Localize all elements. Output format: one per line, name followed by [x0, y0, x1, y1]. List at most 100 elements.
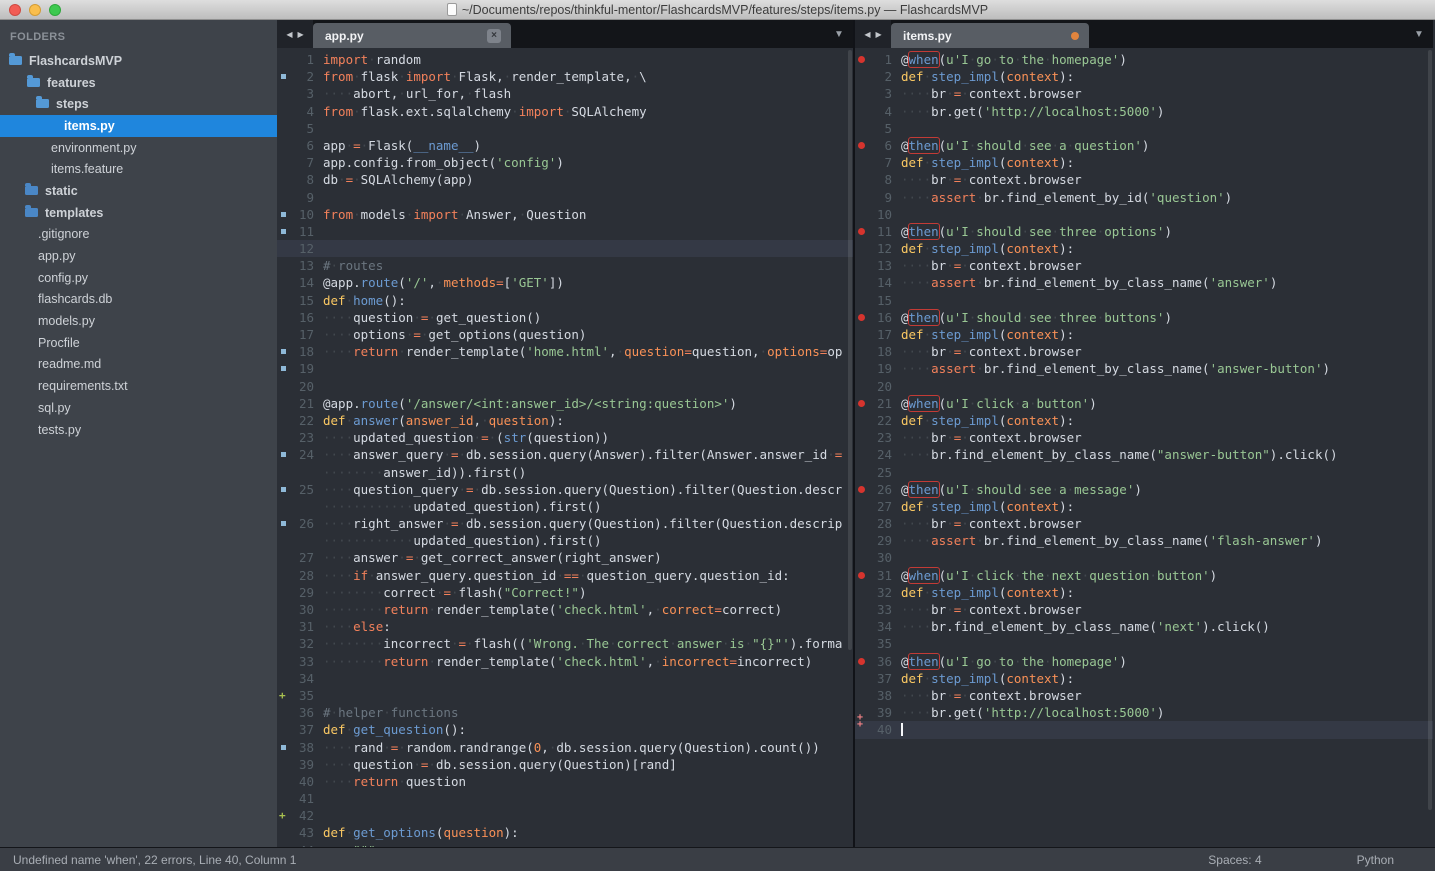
code-line[interactable]: 17····options·=·get_options(question) [277, 326, 853, 343]
code-line[interactable]: 16····question·=·get_question() [277, 309, 853, 326]
code-line[interactable]: 10from·models·import·Answer,·Question [277, 206, 853, 223]
code-line[interactable]: 26@then(u'I·should·see·a·message') [855, 481, 1433, 498]
code-line[interactable]: 30········return·render_template('check.… [277, 601, 853, 618]
code-line[interactable]: 8····br·=·context.browser [855, 171, 1433, 188]
tab-next-icon[interactable]: ▶ [298, 30, 304, 39]
code-line[interactable]: 41 [277, 790, 853, 807]
code-line[interactable]: 17def·step_impl(context): [855, 326, 1433, 343]
code-line[interactable]: 22def·step_impl(context): [855, 412, 1433, 429]
code-line[interactable]: 2from·flask·import·Flask,·render_templat… [277, 68, 853, 85]
sidebar-item-steps[interactable]: steps [0, 93, 277, 115]
code-line[interactable]: 13····br·=·context.browser [855, 257, 1433, 274]
code-line[interactable]: 36@then(u'I·go·to·the·homepage') [855, 653, 1433, 670]
sidebar-item-tests-py[interactable]: tests.py [0, 419, 277, 441]
sidebar-item-requirements-txt[interactable]: requirements.txt [0, 375, 277, 397]
code-line[interactable]: 25····question_query·=·db.session.query(… [277, 481, 853, 498]
code-line[interactable]: 1@when(u'I·go·to·the·homepage') [855, 51, 1433, 68]
code-line[interactable]: 32········incorrect·=·flash(('Wrong.·The… [277, 635, 853, 652]
code-line[interactable]: 16@then(u'I·should·see·three·buttons') [855, 309, 1433, 326]
code-line[interactable]: 13#·routes [277, 257, 853, 274]
code-line[interactable]: 7app.config.from_object('config') [277, 154, 853, 171]
code-line[interactable]: 23····updated_question·=·(str(question)) [277, 429, 853, 446]
code-line[interactable]: ············updated_question).first() [277, 532, 853, 549]
code-line[interactable]: 34 [277, 670, 853, 687]
code-line[interactable]: 11 [277, 223, 853, 240]
code-line[interactable]: 10 [855, 206, 1433, 223]
code-line[interactable]: 21@app.route('/answer/<int:answer_id>/<s… [277, 395, 853, 412]
code-line[interactable]: 20 [855, 378, 1433, 395]
code-line[interactable]: 33········return·render_template('check.… [277, 653, 853, 670]
code-line[interactable]: 35 [855, 635, 1433, 652]
code-line[interactable]: 26····right_answer·=·db.session.query(Qu… [277, 515, 853, 532]
code-line[interactable]: 19 [277, 360, 853, 377]
tab-prev-icon[interactable]: ◀ [864, 30, 870, 39]
sidebar-item-models-py[interactable]: models.py [0, 310, 277, 332]
sidebar-item-config-py[interactable]: config.py [0, 267, 277, 289]
code-line[interactable]: 29····assert·br.find_element_by_class_na… [855, 532, 1433, 549]
code-line[interactable]: 28····if·answer_query.question_id·==·que… [277, 567, 853, 584]
code-line[interactable]: 8db·=·SQLAlchemy(app) [277, 171, 853, 188]
sidebar-item-sql-py[interactable]: sql.py [0, 397, 277, 419]
code-line[interactable]: +35 [277, 687, 853, 704]
code-line[interactable]: 24····answer_query·=·db.session.query(An… [277, 446, 853, 463]
tab-overflow-dropdown-icon[interactable]: ▼ [825, 20, 853, 48]
code-line[interactable]: 38····br·=·context.browser [855, 687, 1433, 704]
code-line[interactable]: 27····answer·=·get_correct_answer(right_… [277, 549, 853, 566]
code-line[interactable]: +42 [277, 807, 853, 824]
code-line[interactable]: 36#·helper·functions [277, 704, 853, 721]
tab-app-py[interactable]: app.py × [313, 23, 511, 48]
sidebar-item-items-feature[interactable]: items.feature [0, 158, 277, 180]
sidebar-item-readme-md[interactable]: readme.md [0, 354, 277, 376]
code-line[interactable]: 12def·step_impl(context): [855, 240, 1433, 257]
code-line[interactable]: 37def·get_question(): [277, 721, 853, 738]
code-line[interactable]: 15def·home(): [277, 292, 853, 309]
code-line[interactable]: 31····else: [277, 618, 853, 635]
vertical-scrollbar[interactable] [848, 50, 852, 650]
code-line[interactable]: 3····abort,·url_for,·flash [277, 85, 853, 102]
code-line[interactable]: 23····br·=·context.browser [855, 429, 1433, 446]
code-line[interactable]: 38····rand·=·random.randrange(0,·db.sess… [277, 739, 853, 756]
code-line[interactable]: 43def·get_options(question): [277, 824, 853, 841]
zoom-window-icon[interactable] [49, 4, 61, 16]
code-line[interactable]: + +40 [855, 721, 1433, 738]
code-line[interactable]: ········answer_id)).first() [277, 464, 853, 481]
indent-setting[interactable]: Spaces: 4 [1208, 853, 1261, 867]
sidebar-item-features[interactable]: features [0, 72, 277, 94]
code-line[interactable]: 39····question·=·db.session.query(Questi… [277, 756, 853, 773]
sidebar-item-flashcards-db[interactable]: flashcards.db [0, 289, 277, 311]
syntax-selector[interactable]: Python [1357, 853, 1394, 867]
tab-next-icon[interactable]: ▶ [876, 30, 882, 39]
code-line[interactable]: 12 [277, 240, 853, 257]
code-line[interactable]: 27def·step_impl(context): [855, 498, 1433, 515]
code-line[interactable]: 19····assert·br.find_element_by_class_na… [855, 360, 1433, 377]
code-line[interactable]: 39····br.get('http://localhost:5000') [855, 704, 1433, 721]
vertical-scrollbar[interactable] [1428, 50, 1432, 810]
sidebar-item-templates[interactable]: templates [0, 202, 277, 224]
code-line[interactable]: 3····br·=·context.browser [855, 85, 1433, 102]
code-line[interactable]: 4····br.get('http://localhost:5000') [855, 103, 1433, 120]
sidebar-item-static[interactable]: static [0, 180, 277, 202]
code-line[interactable]: 34····br.find_element_by_class_name('nex… [855, 618, 1433, 635]
code-line[interactable]: 33····br·=·context.browser [855, 601, 1433, 618]
tab-nav-arrows[interactable]: ◀ ▶ [855, 20, 891, 48]
sidebar-item-gitignore[interactable]: .gitignore [0, 224, 277, 246]
close-window-icon[interactable] [9, 4, 21, 16]
code-line[interactable]: 22def·answer(answer_id,·question): [277, 412, 853, 429]
tab-items-py[interactable]: items.py [891, 23, 1089, 48]
code-line[interactable]: 14····assert·br.find_element_by_class_na… [855, 274, 1433, 291]
code-line[interactable]: 5 [277, 120, 853, 137]
code-line[interactable]: 18····br·=·context.browser [855, 343, 1433, 360]
code-line[interactable]: 4from·flask.ext.sqlalchemy·import·SQLAlc… [277, 103, 853, 120]
code-line[interactable]: 6app·=·Flask(__name__) [277, 137, 853, 154]
code-line[interactable]: 1import·random [277, 51, 853, 68]
code-line[interactable]: 18····return·render_template('home.html'… [277, 343, 853, 360]
tab-overflow-dropdown-icon[interactable]: ▼ [1405, 20, 1433, 48]
code-line[interactable]: 24····br.find_element_by_class_name("ans… [855, 446, 1433, 463]
code-line[interactable]: 7def·step_impl(context): [855, 154, 1433, 171]
code-line[interactable]: 20 [277, 378, 853, 395]
code-line[interactable]: 11@then(u'I·should·see·three·options') [855, 223, 1433, 240]
code-line[interactable]: 25 [855, 464, 1433, 481]
code-line[interactable]: 14@app.route('/',·methods=['GET']) [277, 274, 853, 291]
sidebar-item-procfile[interactable]: Procfile [0, 332, 277, 354]
code-view-items-py[interactable]: 1@when(u'I·go·to·the·homepage')2def·step… [855, 48, 1433, 847]
